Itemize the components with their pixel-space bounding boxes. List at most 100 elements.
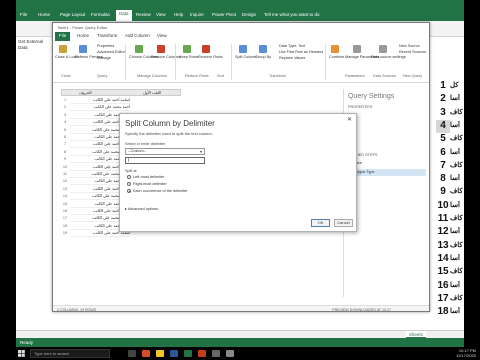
app-icon[interactable]: [212, 350, 220, 357]
split-column-button[interactable]: Split Column: [235, 55, 257, 59]
pq-tab-view[interactable]: View: [157, 33, 167, 38]
file-explorer-icon[interactable]: [156, 350, 164, 357]
row-header[interactable]: 10: [436, 200, 450, 213]
properties-section[interactable]: PROPERTIES: [348, 105, 372, 109]
cell-text[interactable]: كاف: [450, 267, 464, 280]
step-changed-type[interactable]: Changed Type: [348, 169, 426, 176]
pq-tab-home[interactable]: Home: [77, 33, 89, 38]
ok-button[interactable]: OK: [311, 219, 330, 227]
taskbar-clock[interactable]: 10:17 PM 12/17/2020: [456, 348, 476, 358]
pq-tab-file[interactable]: File: [55, 32, 71, 41]
app-icon-2[interactable]: [226, 350, 234, 357]
cell-text[interactable]: كاف: [450, 187, 464, 200]
tab-data[interactable]: Data: [116, 10, 132, 21]
column-header-second[interactable]: اللقب الأول: [143, 90, 161, 95]
cell-text[interactable]: أسا: [450, 174, 464, 187]
replace-values-button[interactable]: Replace Values: [279, 56, 305, 60]
row-header[interactable]: 8: [436, 173, 450, 186]
tab-view[interactable]: View: [156, 12, 166, 17]
custom-delimiter-input[interactable]: I: [125, 157, 205, 164]
cell-text[interactable]: كاف: [450, 214, 464, 227]
row-header[interactable]: 1: [436, 80, 450, 93]
option-left-most[interactable]: Left-most delimiter: [127, 175, 164, 179]
data-type-dropdown[interactable]: Data Type: Text: [279, 44, 305, 48]
advanced-options-toggle[interactable]: ▸ Advanced options: [125, 206, 158, 211]
windows-start-icon[interactable]: [18, 350, 25, 357]
chrome-icon[interactable]: [142, 350, 150, 357]
get-external-label[interactable]: Get External: [18, 39, 43, 44]
cell-text[interactable]: كاف: [450, 134, 464, 147]
get-external-label-2[interactable]: Data: [18, 45, 28, 50]
option-each-occurrence[interactable]: Each occurrence of the delimiter: [127, 189, 187, 193]
data-source-settings-button[interactable]: Data source settings: [371, 55, 406, 59]
close-icon[interactable]: ✕: [347, 116, 352, 123]
taskbar-search[interactable]: Type here to search: [30, 349, 110, 358]
row-header[interactable]: 11: [436, 213, 450, 226]
table-cell[interactable]: أحمد محمد علي الكاتب: [70, 104, 130, 112]
cell-text[interactable]: أسا: [450, 121, 464, 134]
tab-file[interactable]: File: [20, 12, 27, 17]
cell-text[interactable]: أسا: [450, 281, 464, 294]
row-header[interactable]: 4: [436, 119, 450, 133]
tab-review[interactable]: Review: [136, 12, 151, 17]
cell-text[interactable]: أسا: [450, 307, 464, 320]
cell-text[interactable]: كاف: [450, 161, 464, 174]
advanced-editor-button[interactable]: Advanced Editor: [97, 50, 125, 54]
combine-button[interactable]: Combine: [329, 55, 344, 59]
first-row-headers-button[interactable]: Use First Row as Headers: [279, 50, 323, 54]
cell-text[interactable]: أسا: [450, 227, 464, 240]
table-cell[interactable]: أسامة أحمد علي الكاتب: [70, 97, 130, 104]
option-right-most[interactable]: Right-most delimiter: [127, 182, 167, 186]
cell-text[interactable]: كاف: [450, 241, 464, 254]
column-header-name[interactable]: الحروف: [79, 90, 92, 95]
pq-tab-transform[interactable]: Transform: [97, 33, 117, 38]
get-external-data-group: Get External Data: [16, 37, 56, 337]
row-header[interactable]: 14: [436, 253, 450, 266]
row-header[interactable]: 5: [436, 133, 450, 146]
row-header[interactable]: 6: [436, 147, 450, 160]
pq-tab-add-column[interactable]: Add Column: [125, 33, 150, 38]
cell-text[interactable]: أسا: [450, 94, 464, 107]
row-header[interactable]: 3: [436, 107, 450, 120]
row-header[interactable]: 12: [436, 226, 450, 239]
tab-design[interactable]: Design: [242, 12, 256, 17]
powerpoint-icon[interactable]: [198, 350, 206, 357]
word-icon[interactable]: [170, 350, 178, 357]
row-header[interactable]: 16: [436, 280, 450, 293]
cell-text[interactable]: أسا: [450, 254, 464, 267]
group-sort: Sort: [217, 74, 224, 78]
recent-sources-button[interactable]: Recent Sources: [399, 50, 426, 54]
combine-icon: [331, 45, 339, 53]
tab-home[interactable]: Home: [38, 12, 50, 17]
cell-text[interactable]: أسا: [450, 148, 464, 161]
cell-text[interactable]: كاف: [450, 294, 464, 307]
manage-button[interactable]: Manage: [97, 56, 111, 60]
row-header[interactable]: 18: [436, 306, 450, 319]
keep-rows-button[interactable]: Keep Rows: [179, 55, 198, 59]
remove-rows-button[interactable]: Remove Rows: [198, 55, 223, 59]
properties-button[interactable]: Properties: [97, 44, 114, 48]
cell-text[interactable]: كل: [450, 81, 464, 94]
tab-power-pivot[interactable]: Power Pivot: [212, 12, 236, 17]
cell-text[interactable]: أسا: [450, 201, 464, 214]
row-index: 15: [62, 201, 68, 206]
row-header[interactable]: 2: [436, 93, 450, 106]
tab-inquire[interactable]: Inquire: [190, 12, 204, 17]
tab-help[interactable]: Help: [174, 12, 183, 17]
row-header[interactable]: 9: [436, 186, 450, 199]
row-header[interactable]: 7: [436, 160, 450, 173]
excel-taskbar-icon[interactable]: [184, 350, 192, 357]
new-source-button[interactable]: New Source: [399, 44, 420, 48]
tell-me-box[interactable]: Tell me what you want to do: [264, 12, 320, 17]
tab-formulas[interactable]: Formulas: [91, 12, 110, 17]
remove-columns-button[interactable]: Remove Columns: [151, 55, 181, 59]
row-header[interactable]: 17: [436, 293, 450, 306]
cell-text[interactable]: كاف: [450, 108, 464, 121]
tab-page-layout[interactable]: Page Layout: [60, 12, 85, 17]
task-view-icon[interactable]: [128, 350, 136, 357]
delimiter-select[interactable]: --Custom-- ▾: [125, 148, 205, 155]
row-header[interactable]: 15: [436, 266, 450, 279]
row-header[interactable]: 13: [436, 240, 450, 253]
cancel-button[interactable]: Cancel: [334, 219, 353, 227]
group-by-button[interactable]: Group By: [255, 55, 271, 59]
